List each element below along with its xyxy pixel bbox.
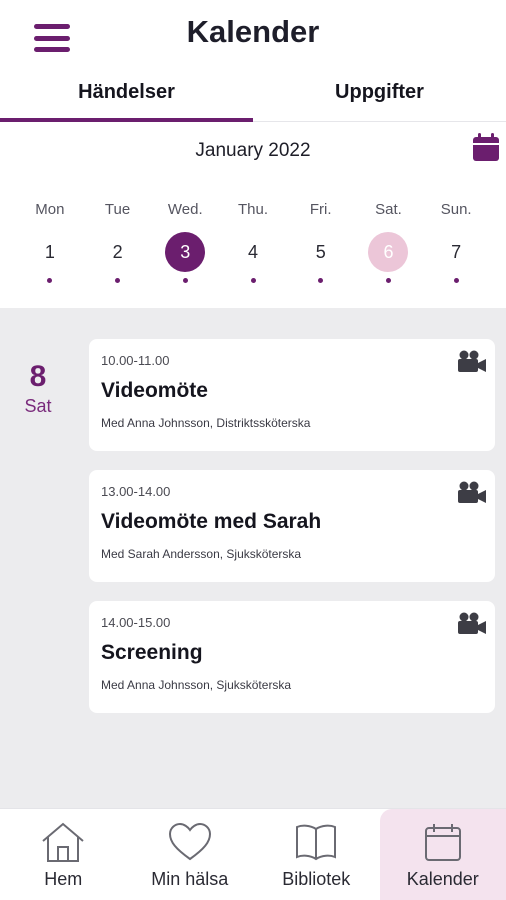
day-cell[interactable]: Tue 2 bbox=[84, 196, 152, 296]
nav-label: Hem bbox=[44, 869, 83, 889]
bottom-nav: Hem Min hälsa Bibliotek Kalender bbox=[0, 808, 506, 900]
day-number: 7 bbox=[451, 242, 462, 262]
tab-uppgifter[interactable]: Uppgifter bbox=[253, 72, 506, 122]
event-title: Videomöte bbox=[101, 379, 208, 402]
page-title: Kalender bbox=[186, 14, 320, 49]
top-panel: Kalender Händelser Uppgifter January 202… bbox=[0, 0, 506, 308]
calendar-icon[interactable] bbox=[472, 132, 500, 162]
day-cell[interactable]: Mon 1 bbox=[16, 196, 84, 296]
event-title: Screening bbox=[101, 641, 203, 664]
day-cell-today[interactable]: Sat. 6 bbox=[355, 196, 423, 296]
week-strip: Mon 1 Tue 2 Wed. 3 Thu. 4 Fri. 5 Sat. 6 bbox=[16, 196, 490, 296]
tab-handelser[interactable]: Händelser bbox=[0, 72, 253, 122]
nav-item-hem[interactable]: Hem bbox=[0, 809, 127, 900]
day-name: Fri. bbox=[309, 201, 332, 218]
month-row: January 2022 bbox=[0, 122, 506, 178]
event-dot bbox=[47, 278, 53, 283]
day-cell-selected[interactable]: Wed. 3 bbox=[151, 196, 219, 296]
nav-label: Min hälsa bbox=[151, 869, 229, 889]
event-time: 14.00-15.00 bbox=[101, 615, 171, 630]
day-cell[interactable]: Fri. 5 bbox=[287, 196, 355, 296]
day-name: Sun. bbox=[440, 201, 472, 218]
agenda-date-weekday: Sat bbox=[24, 396, 52, 416]
day-cell[interactable]: Sun. 7 bbox=[422, 196, 490, 296]
day-cell[interactable]: Thu. 4 bbox=[219, 196, 287, 296]
video-camera-icon bbox=[458, 350, 486, 372]
heart-icon bbox=[168, 822, 211, 861]
nav-item-min-halsa[interactable]: Min hälsa bbox=[127, 809, 254, 900]
video-camera-icon bbox=[458, 481, 486, 503]
day-number: 2 bbox=[112, 242, 123, 262]
video-camera-icon bbox=[458, 612, 486, 634]
nav-label: Kalender bbox=[406, 869, 479, 889]
month-label: January 2022 bbox=[195, 140, 311, 161]
agenda-date-number: 8 bbox=[29, 360, 47, 393]
event-card[interactable]: 13.00-14.00 Videomöte med Sarah Med Sara… bbox=[89, 470, 495, 582]
event-time: 10.00-11.00 bbox=[101, 353, 170, 368]
event-dot bbox=[318, 278, 324, 283]
event-card[interactable]: 14.00-15.00 Screening Med Anna Johnsson,… bbox=[89, 601, 495, 713]
day-number: 5 bbox=[315, 242, 326, 262]
day-name: Tue bbox=[104, 201, 131, 218]
event-dot bbox=[250, 278, 256, 283]
day-number-selected: 3 bbox=[165, 232, 206, 272]
day-number: 4 bbox=[248, 242, 259, 262]
event-card[interactable]: 10.00-11.00 Videomöte Med Anna Johnsson,… bbox=[89, 339, 495, 451]
day-number-today: 6 bbox=[368, 232, 409, 272]
day-name: Mon bbox=[35, 201, 65, 218]
home-icon bbox=[42, 822, 84, 862]
day-name: Wed. bbox=[167, 201, 203, 218]
calendar-icon bbox=[424, 824, 461, 861]
day-name: Thu. bbox=[238, 201, 269, 218]
day-name: Sat. bbox=[375, 201, 402, 218]
nav-item-bibliotek[interactable]: Bibliotek bbox=[253, 809, 380, 900]
book-icon bbox=[296, 824, 337, 861]
event-dot bbox=[385, 278, 391, 283]
nav-item-kalender[interactable]: Kalender bbox=[379, 809, 506, 900]
nav-label: Bibliotek bbox=[282, 869, 351, 889]
event-time: 13.00-14.00 bbox=[101, 484, 171, 499]
event-participant: Med Anna Johnsson, Sjuksköterska bbox=[101, 678, 292, 692]
event-participant: Med Anna Johnsson, Distriktssköterska bbox=[101, 416, 311, 430]
event-title: Videomöte med Sarah bbox=[101, 510, 322, 533]
day-number: 1 bbox=[44, 242, 55, 262]
event-dot bbox=[453, 278, 459, 283]
event-dot bbox=[115, 278, 121, 283]
tab-bar: Händelser Uppgifter bbox=[0, 72, 506, 122]
event-dot bbox=[182, 278, 188, 283]
agenda-date: 8 Sat bbox=[12, 360, 64, 417]
event-participant: Med Sarah Andersson, Sjuksköterska bbox=[101, 547, 302, 561]
